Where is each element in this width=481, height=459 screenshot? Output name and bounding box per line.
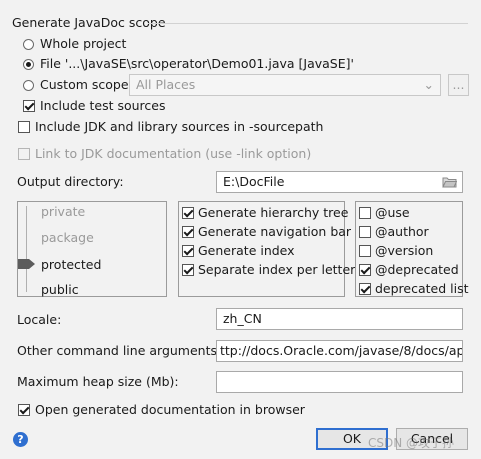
tag-author-checkbox[interactable] [359, 226, 371, 238]
output-directory-label: Output directory: [17, 174, 124, 189]
other-args-label: Other command line arguments: [17, 343, 222, 358]
tag-version-checkbox[interactable] [359, 245, 371, 257]
custom-scope-label[interactable]: Custom scope [40, 77, 129, 92]
hierarchy-tree-checkbox[interactable] [182, 207, 194, 219]
visibility-protected[interactable]: protected [41, 257, 101, 272]
tag-version-label[interactable]: @version [375, 243, 433, 258]
tag-use-checkbox[interactable] [359, 207, 371, 219]
generate-index-label[interactable]: Generate index [198, 243, 295, 258]
visibility-public[interactable]: public [41, 282, 79, 297]
deprecated-list-checkbox[interactable] [359, 283, 371, 295]
help-icon[interactable]: ? [13, 432, 28, 447]
link-jdk-checkbox[interactable] [18, 148, 30, 160]
separate-index-label[interactable]: Separate index per letter [198, 262, 355, 277]
visibility-panel [17, 201, 167, 297]
visibility-slider-handle[interactable] [18, 259, 36, 269]
link-jdk-label[interactable]: Link to JDK documentation (use -link opt… [35, 146, 311, 161]
custom-scope-more-button[interactable]: ... [448, 74, 469, 96]
generate-index-checkbox[interactable] [182, 245, 194, 257]
whole-project-radio[interactable] [23, 39, 34, 50]
open-in-browser-label[interactable]: Open generated documentation in browser [35, 402, 305, 417]
tag-deprecated-label[interactable]: @deprecated [375, 262, 459, 277]
deprecated-list-label[interactable]: deprecated list [375, 281, 469, 296]
output-directory-value: E:\DocFile [223, 174, 285, 189]
hierarchy-tree-label[interactable]: Generate hierarchy tree [198, 205, 348, 220]
custom-scope-radio[interactable] [23, 80, 34, 91]
include-jdk-label[interactable]: Include JDK and library sources in -sour… [35, 119, 323, 134]
include-jdk-checkbox[interactable] [18, 121, 30, 133]
visibility-private[interactable]: private [41, 204, 85, 219]
scope-section-title: Generate JavaDoc scope [12, 15, 166, 30]
folder-icon[interactable] [442, 176, 457, 188]
navigation-bar-checkbox[interactable] [182, 226, 194, 238]
locale-label: Locale: [17, 312, 62, 327]
visibility-slider-track[interactable] [26, 206, 27, 292]
other-args-input[interactable]: ttp://docs.Oracle.com/javase/8/docs/api [216, 340, 463, 362]
file-radio[interactable] [23, 59, 34, 70]
locale-input[interactable]: zh_CN [216, 308, 463, 330]
watermark-text: CSDN @攻于孙 [368, 436, 455, 450]
include-test-sources-label[interactable]: Include test sources [40, 98, 165, 113]
file-label[interactable]: File '...\JavaSE\src\operator\Demo01.jav… [40, 56, 354, 71]
visibility-package[interactable]: package [41, 230, 94, 245]
include-test-sources-checkbox[interactable] [23, 100, 35, 112]
tag-use-label[interactable]: @use [375, 205, 410, 220]
heap-size-input[interactable] [216, 371, 463, 393]
chevron-down-icon: ⌄ [423, 77, 434, 92]
whole-project-label[interactable]: Whole project [40, 36, 126, 51]
tag-author-label[interactable]: @author [375, 224, 429, 239]
heap-size-label: Maximum heap size (Mb): [17, 374, 179, 389]
custom-scope-select[interactable]: All Places ⌄ [129, 74, 441, 96]
tag-deprecated-checkbox[interactable] [359, 264, 371, 276]
output-directory-input[interactable]: E:\DocFile [216, 171, 463, 193]
open-in-browser-checkbox[interactable] [18, 404, 30, 416]
separate-index-checkbox[interactable] [182, 264, 194, 276]
navigation-bar-label[interactable]: Generate navigation bar [198, 224, 351, 239]
section-divider [148, 23, 468, 24]
custom-scope-value: All Places [136, 77, 196, 92]
